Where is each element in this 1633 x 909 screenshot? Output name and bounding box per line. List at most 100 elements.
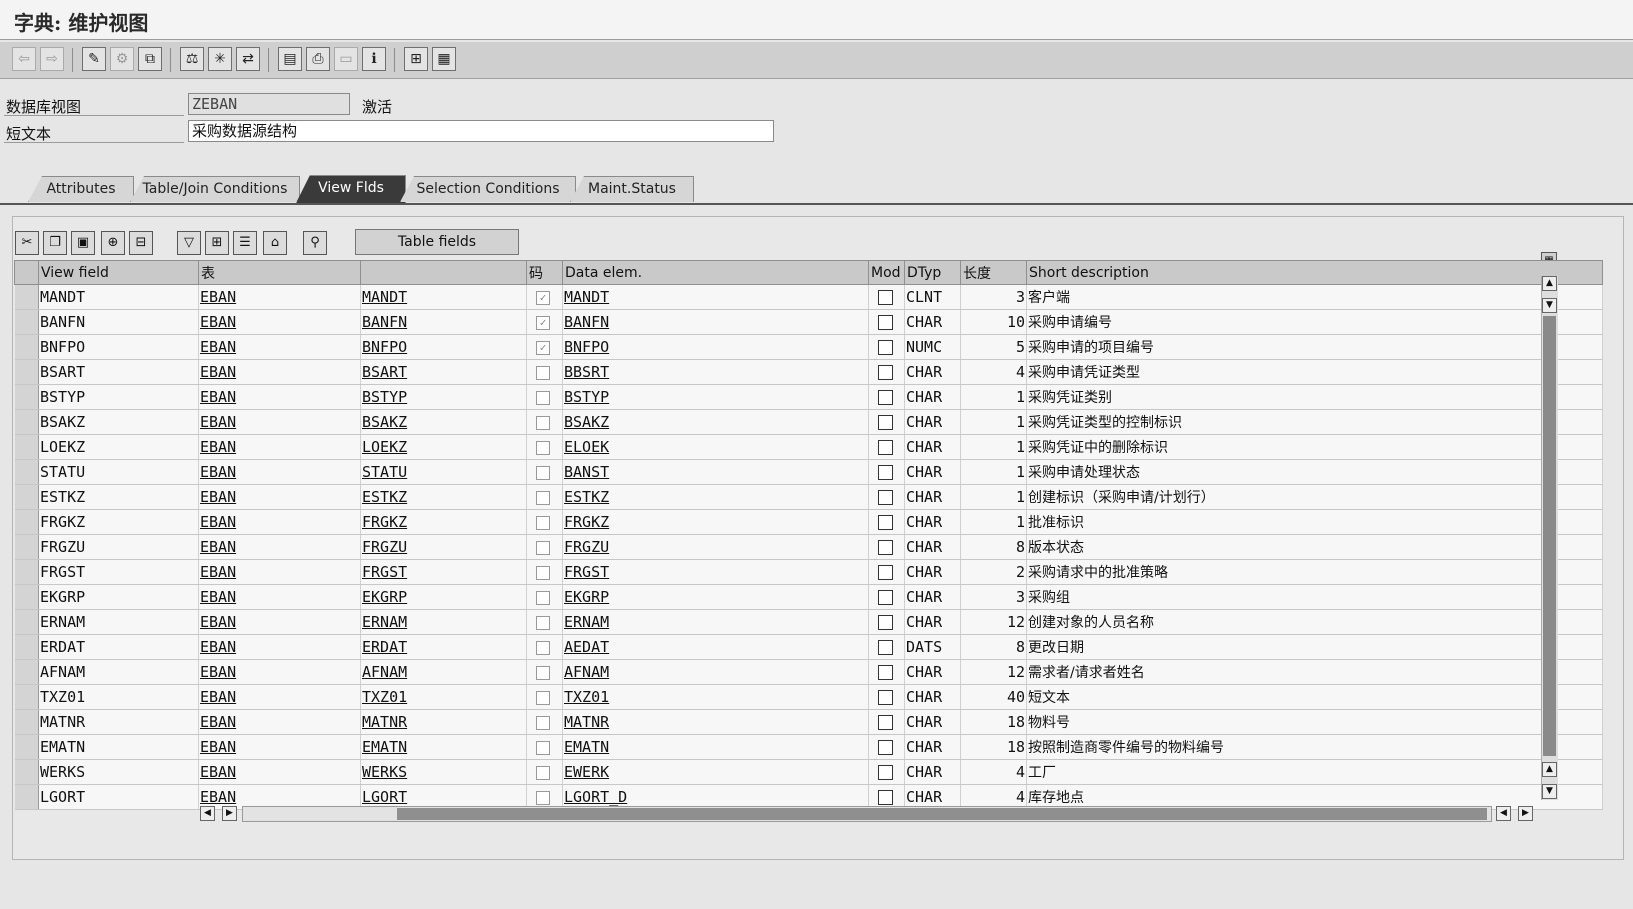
table-name-link[interactable]: EBAN	[198, 634, 361, 660]
field-name-link[interactable]: BANFN	[360, 309, 527, 335]
tab-selection-conditions[interactable]: Selection Conditions	[400, 176, 576, 202]
table-fields-button[interactable]: Table fields	[355, 229, 519, 255]
table-row[interactable]: WERKS EBAN WERKS EWERK CHAR 4 工厂	[14, 759, 1603, 785]
table-name-link[interactable]: EBAN	[198, 434, 361, 460]
mod-checkbox[interactable]	[878, 665, 893, 680]
view-field-cell[interactable]: FRGZU	[38, 534, 199, 560]
view-field-cell[interactable]: EKGRP	[38, 584, 199, 610]
data-element-link[interactable]: EKGRP	[562, 584, 869, 610]
field-name-link[interactable]: EKGRP	[360, 584, 527, 610]
row-selector[interactable]	[14, 309, 39, 335]
row-selector-header[interactable]	[14, 260, 39, 285]
table-row[interactable]: BNFPO EBAN BNFPO ✓ BNFPO NUMC 5 采购申请的项目编号	[14, 334, 1603, 360]
field-name-link[interactable]: FRGST	[360, 559, 527, 585]
table-row[interactable]: FRGZU EBAN FRGZU FRGZU CHAR 8 版本状态	[14, 534, 1603, 560]
table-row[interactable]: TXZ01 EBAN TXZ01 TXZ01 CHAR 40 短文本	[14, 684, 1603, 710]
row-selector[interactable]	[14, 534, 39, 560]
row-selector[interactable]	[14, 759, 39, 785]
view-name-field[interactable]: ZEBAN	[188, 93, 350, 115]
column-header-dtyp[interactable]: DTyp	[904, 260, 961, 285]
table-name-link[interactable]: EBAN	[198, 334, 361, 360]
row-selector[interactable]	[14, 734, 39, 760]
edit-icon[interactable]: ✎	[82, 47, 106, 71]
select-all-icon[interactable]: ☰	[233, 231, 257, 255]
table-row[interactable]: AFNAM EBAN AFNAM AFNAM CHAR 12 需求者/请求者姓名	[14, 659, 1603, 685]
column-header-key[interactable]: 码	[526, 260, 563, 285]
field-name-link[interactable]: LOEKZ	[360, 434, 527, 460]
view-field-cell[interactable]: MATNR	[38, 709, 199, 735]
mod-checkbox[interactable]	[878, 690, 893, 705]
mod-checkbox[interactable]	[878, 340, 893, 355]
table-name-link[interactable]: EBAN	[198, 359, 361, 385]
data-element-link[interactable]: EWERK	[562, 759, 869, 785]
view-field-cell[interactable]: ESTKZ	[38, 484, 199, 510]
mod-checkbox[interactable]	[878, 740, 893, 755]
print-icon[interactable]: ⎙	[306, 47, 330, 71]
field-name-link[interactable]: WERKS	[360, 759, 527, 785]
view-field-cell[interactable]: BNFPO	[38, 334, 199, 360]
data-element-link[interactable]: BNFPO	[562, 334, 869, 360]
data-element-link[interactable]: AFNAM	[562, 659, 869, 685]
table-name-link[interactable]: EBAN	[198, 709, 361, 735]
field-name-link[interactable]: BSTYP	[360, 384, 527, 410]
mod-checkbox[interactable]	[878, 515, 893, 530]
row-selector[interactable]	[14, 359, 39, 385]
check-icon[interactable]: ⚖	[180, 47, 204, 71]
view-field-cell[interactable]: BSAKZ	[38, 409, 199, 435]
paste-icon[interactable]: ▣	[71, 231, 95, 255]
table-row[interactable]: BSTYP EBAN BSTYP BSTYP CHAR 1 采购凭证类别	[14, 384, 1603, 410]
details-icon[interactable]: ⚲	[303, 231, 327, 255]
table-name-link[interactable]: EBAN	[198, 284, 361, 310]
view-field-cell[interactable]: ERDAT	[38, 634, 199, 660]
data-element-link[interactable]: FRGST	[562, 559, 869, 585]
page-up-icon[interactable]: ▲	[1542, 762, 1557, 777]
data-element-link[interactable]: FRGZU	[562, 534, 869, 560]
scroll-up-icon[interactable]: ▲	[1542, 276, 1557, 291]
scroll-left-icon[interactable]: ◀	[1496, 806, 1511, 821]
table-name-link[interactable]: EBAN	[198, 309, 361, 335]
view-field-cell[interactable]: LOEKZ	[38, 434, 199, 460]
mod-checkbox[interactable]	[878, 615, 893, 630]
data-element-link[interactable]: MANDT	[562, 284, 869, 310]
data-element-link[interactable]: TXZ01	[562, 684, 869, 710]
mod-checkbox[interactable]	[878, 415, 893, 430]
row-selector[interactable]	[14, 409, 39, 435]
column-header-table[interactable]: 表	[198, 260, 361, 285]
table-name-link[interactable]: EBAN	[198, 734, 361, 760]
scroll-down-icon[interactable]: ▼	[1542, 784, 1557, 799]
table-name-link[interactable]: EBAN	[198, 584, 361, 610]
page-down-icon[interactable]: ▼	[1542, 298, 1557, 313]
mod-checkbox[interactable]	[878, 590, 893, 605]
table-row[interactable]: ERDAT EBAN ERDAT AEDAT DATS 8 更改日期	[14, 634, 1603, 660]
data-element-link[interactable]: BANST	[562, 459, 869, 485]
row-selector[interactable]	[14, 684, 39, 710]
table-row[interactable]: BANFN EBAN BANFN ✓ BANFN CHAR 10 采购申请编号	[14, 309, 1603, 335]
data-element-link[interactable]: MATNR	[562, 709, 869, 735]
row-selector[interactable]	[14, 484, 39, 510]
field-name-link[interactable]: MATNR	[360, 709, 527, 735]
mod-checkbox[interactable]	[878, 315, 893, 330]
view-field-cell[interactable]: FRGKZ	[38, 509, 199, 535]
table-row[interactable]: ESTKZ EBAN ESTKZ ESTKZ CHAR 1 创建标识（采购申请/计划行）	[14, 484, 1603, 510]
table-row[interactable]: EKGRP EBAN EKGRP EKGRP CHAR 3 采购组	[14, 584, 1603, 610]
table-row[interactable]: BSAKZ EBAN BSAKZ BSAKZ CHAR 1 采购凭证类型的控制标识	[14, 409, 1603, 435]
table-row[interactable]: FRGKZ EBAN FRGKZ FRGKZ CHAR 1 批准标识	[14, 509, 1603, 535]
row-selector[interactable]	[14, 784, 39, 810]
scroll-right-icon[interactable]: ▶	[1518, 806, 1533, 821]
field-name-link[interactable]: FRGZU	[360, 534, 527, 560]
field-name-link[interactable]: MANDT	[360, 284, 527, 310]
row-selector[interactable]	[14, 659, 39, 685]
table-row[interactable]: ERNAM EBAN ERNAM ERNAM CHAR 12 创建对象的人员名称	[14, 609, 1603, 635]
data-element-link[interactable]: EMATN	[562, 734, 869, 760]
filter-icon[interactable]: ▽	[177, 231, 201, 255]
table-row[interactable]: MANDT EBAN MANDT ✓ MANDT CLNT 3 客户端	[14, 284, 1603, 310]
field-name-link[interactable]: STATU	[360, 459, 527, 485]
table-name-link[interactable]: EBAN	[198, 759, 361, 785]
short-text-field[interactable]: 采购数据源结构	[188, 120, 774, 142]
view-field-cell[interactable]: STATU	[38, 459, 199, 485]
display-object-list-icon[interactable]: ▤	[278, 47, 302, 71]
view-field-cell[interactable]: WERKS	[38, 759, 199, 785]
field-name-link[interactable]: ERNAM	[360, 609, 527, 635]
field-name-link[interactable]: BNFPO	[360, 334, 527, 360]
mod-checkbox[interactable]	[878, 390, 893, 405]
